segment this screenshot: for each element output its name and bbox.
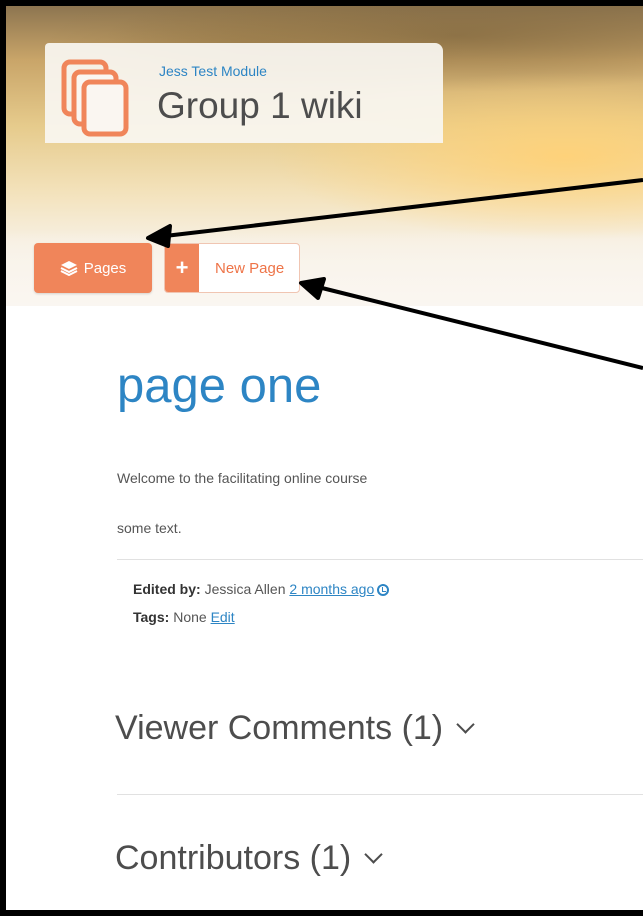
- viewer-comments-toggle[interactable]: Viewer Comments (1): [115, 709, 475, 748]
- editor-name: Jessica Allen: [204, 581, 286, 597]
- viewer-comments-heading: Viewer Comments (1): [115, 709, 444, 747]
- page-title: page one: [117, 359, 322, 413]
- edited-by-label: Edited by:: [133, 581, 201, 597]
- tags-value: None: [173, 609, 207, 625]
- page-paragraph-2: some text.: [117, 520, 182, 536]
- clock-icon[interactable]: [377, 584, 390, 596]
- chevron-down-icon: [456, 715, 475, 734]
- title-card: Jess Test Module Group 1 wiki: [45, 43, 443, 143]
- module-name[interactable]: Jess Test Module: [159, 63, 267, 79]
- pages-button[interactable]: Pages: [34, 243, 152, 293]
- layers-icon: [60, 261, 78, 276]
- pages-button-label: Pages: [83, 259, 127, 277]
- new-page-label: New Page: [215, 259, 285, 277]
- chevron-down-icon: [364, 845, 383, 864]
- page-frame: Jess Test Module Group 1 wiki Pages + Ne…: [6, 6, 643, 910]
- plus-icon: +: [165, 244, 199, 292]
- contributors-toggle[interactable]: Contributors (1): [115, 839, 383, 878]
- stacked-pages-icon: [61, 59, 129, 137]
- tags-line: Tags: None Edit: [133, 609, 235, 625]
- page-paragraph-1: Welcome to the facilitating online cours…: [117, 470, 368, 486]
- new-page-button[interactable]: + New Page: [164, 243, 300, 293]
- contributors-heading: Contributors (1): [115, 839, 352, 877]
- edited-by-line: Edited by: Jessica Allen 2 months ago: [133, 581, 390, 597]
- wiki-title: Group 1 wiki: [157, 85, 363, 126]
- edited-time-link[interactable]: 2 months ago: [289, 581, 374, 597]
- content-divider: [117, 559, 643, 560]
- tags-edit-link[interactable]: Edit: [211, 609, 235, 625]
- section-divider: [117, 794, 643, 795]
- tags-label: Tags:: [133, 609, 170, 625]
